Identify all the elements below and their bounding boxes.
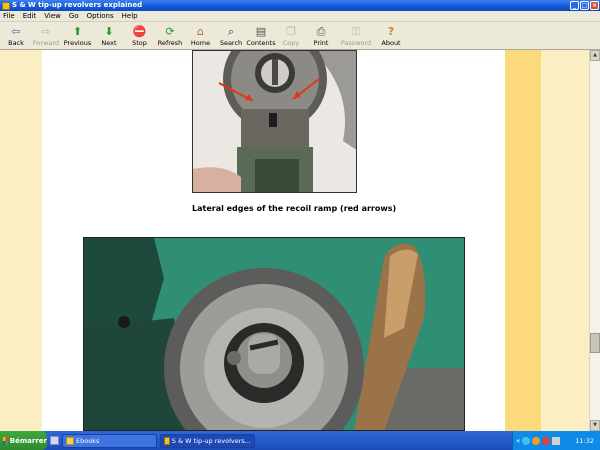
about-label: About bbox=[381, 39, 401, 47]
stop-icon: ⛔ bbox=[132, 25, 147, 38]
menu-bar: File Edit View Go Options Help bbox=[0, 11, 600, 22]
page-content: Lateral edges of the recoil ramp (red ar… bbox=[0, 50, 589, 431]
vertical-scrollbar[interactable]: ▲ ▼ bbox=[589, 50, 600, 431]
contents-label: Contents bbox=[246, 39, 276, 47]
forward-button[interactable]: ⇨ Forward bbox=[31, 22, 61, 50]
close-button[interactable]: × bbox=[590, 1, 599, 10]
scroll-thumb[interactable] bbox=[590, 333, 600, 353]
copy-button[interactable]: ❐ Copy bbox=[276, 22, 306, 50]
system-tray: « 11:32 bbox=[512, 431, 600, 450]
maximize-button[interactable]: □ bbox=[580, 1, 589, 10]
home-label: Home bbox=[190, 39, 211, 47]
menu-options[interactable]: Options bbox=[87, 12, 114, 20]
stop-label: Stop bbox=[132, 39, 147, 47]
recoil-ramp-photo bbox=[192, 50, 357, 193]
quicklaunch-icon[interactable] bbox=[50, 436, 59, 445]
photo-caption: Lateral edges of the recoil ramp (red ar… bbox=[192, 204, 397, 213]
folder-icon bbox=[66, 436, 74, 445]
print-button[interactable]: ⎙ Print bbox=[306, 22, 336, 50]
menu-go[interactable]: Go bbox=[69, 12, 79, 20]
cylinder-photo bbox=[83, 237, 465, 431]
right-outer-stripe bbox=[541, 50, 589, 431]
password-button[interactable]: ⚿ Password bbox=[336, 22, 376, 50]
printer-icon: ⎙ bbox=[316, 25, 326, 38]
previous-label: Previous bbox=[63, 39, 92, 47]
tray-network-icon[interactable] bbox=[522, 436, 531, 445]
forward-label: Forward bbox=[32, 39, 60, 47]
recoil-ramp-image bbox=[193, 51, 356, 192]
previous-button[interactable]: ⬆ Previous bbox=[61, 22, 94, 50]
back-button[interactable]: ⇦ Back bbox=[1, 22, 31, 50]
scroll-down-arrow-icon[interactable]: ▼ bbox=[590, 420, 600, 431]
windows-flag-icon bbox=[3, 436, 8, 445]
print-label: Print bbox=[313, 39, 329, 47]
copy-icon: ❐ bbox=[286, 25, 296, 38]
stop-button[interactable]: ⛔ Stop bbox=[124, 22, 155, 50]
right-decorative-stripe bbox=[505, 50, 541, 431]
home-button[interactable]: ⌂ Home bbox=[185, 22, 216, 50]
password-label: Password bbox=[340, 39, 372, 47]
task-sw-revolvers[interactable]: S & W tip-up revolvers... bbox=[160, 433, 255, 448]
forward-arrow-icon: ⇨ bbox=[41, 25, 51, 38]
menu-edit[interactable]: Edit bbox=[23, 12, 37, 20]
left-decorative-stripe bbox=[0, 50, 42, 431]
cylinder-image bbox=[84, 238, 464, 430]
toolbar: ⇦ Back ⇨ Forward ⬆ Previous ⬇ Next ⛔ Sto… bbox=[0, 22, 600, 50]
menu-view[interactable]: View bbox=[44, 12, 61, 20]
refresh-button[interactable]: ⟳ Refresh bbox=[155, 22, 185, 50]
tray-antivirus-icon[interactable] bbox=[532, 436, 541, 445]
tray-volume-icon[interactable] bbox=[552, 436, 561, 445]
app-icon bbox=[2, 1, 10, 10]
minimize-button[interactable]: _ bbox=[570, 1, 579, 10]
task-sw-revolvers-label: S & W tip-up revolvers... bbox=[171, 436, 251, 445]
search-label: Search bbox=[219, 39, 243, 47]
clock: 11:32 bbox=[575, 436, 594, 445]
about-question-icon: ? bbox=[387, 25, 395, 38]
back-label: Back bbox=[8, 39, 24, 47]
back-arrow-icon: ⇦ bbox=[11, 25, 21, 38]
scroll-up-arrow-icon[interactable]: ▲ bbox=[590, 50, 600, 61]
home-icon: ⌂ bbox=[197, 25, 204, 38]
up-arrow-icon: ⬆ bbox=[72, 25, 83, 38]
tray-security-icon[interactable] bbox=[542, 436, 551, 445]
tray-expand-icon[interactable]: « bbox=[516, 437, 520, 445]
refresh-label: Refresh bbox=[157, 39, 183, 47]
down-arrow-icon: ⬇ bbox=[104, 25, 114, 38]
search-icon: ⌕ bbox=[227, 25, 235, 38]
task-ebooks[interactable]: Ebooks bbox=[62, 433, 157, 448]
taskbar: Bémarrer Ebooks S & W tip-up revolvers..… bbox=[0, 431, 600, 450]
next-button[interactable]: ⬇ Next bbox=[94, 22, 124, 50]
search-button[interactable]: ⌕ Search bbox=[216, 22, 246, 50]
menu-help[interactable]: Help bbox=[122, 12, 138, 20]
start-label: Bémarrer bbox=[9, 436, 47, 445]
task-ebooks-label: Ebooks bbox=[76, 436, 100, 445]
key-icon: ⚿ bbox=[351, 25, 361, 38]
copy-label: Copy bbox=[282, 39, 300, 47]
next-label: Next bbox=[101, 39, 117, 47]
refresh-icon: ⟳ bbox=[165, 25, 175, 38]
window-title: S & W tip-up revolvers explained bbox=[12, 1, 143, 9]
window-titlebar: S & W tip-up revolvers explained _ □ × bbox=[0, 0, 600, 11]
ebook-app-icon bbox=[164, 436, 170, 445]
contents-icon: ▤ bbox=[255, 25, 267, 38]
start-button[interactable]: Bémarrer bbox=[0, 431, 47, 450]
about-button[interactable]: ? About bbox=[376, 22, 406, 50]
contents-button[interactable]: ▤ Contents bbox=[246, 22, 276, 50]
menu-file[interactable]: File bbox=[3, 12, 15, 20]
